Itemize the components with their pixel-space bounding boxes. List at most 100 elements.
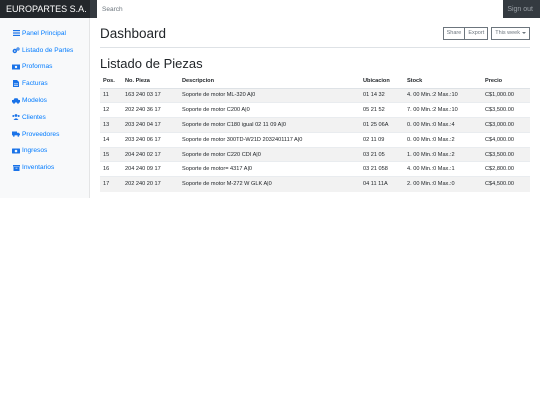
table-row[interactable]: 12 202 240 36 17 Soporte de motor C200 A…	[100, 102, 530, 118]
cell-location: 01 14 32	[360, 87, 404, 103]
sidebar-item-modelos[interactable]: Modelos	[0, 92, 90, 109]
column-header-stock: Stock	[404, 75, 482, 89]
users-icon	[12, 114, 20, 121]
sidebar-item-label: Facturas	[22, 80, 48, 88]
cell-stock: 2. 00 Min.:0 Max.:0	[404, 176, 482, 192]
column-header-location: Ubicacion	[360, 75, 404, 89]
cell-description: Soporte de motor C180 igual 02 11 09 A|0	[179, 117, 360, 133]
sidebar-item-clientes[interactable]: Clientes	[0, 109, 90, 126]
cell-location: 04 11 11A	[360, 176, 404, 192]
sidebar-item-label: Inventarios	[22, 164, 55, 172]
cell-part-number: 163 240 03 17	[122, 87, 179, 103]
cell-part-number: 203 240 04 17	[122, 117, 179, 133]
cell-price: C$1,000.00	[482, 87, 530, 103]
cell-location: 05 21 52	[360, 102, 404, 118]
sidebar-item-label: Ingresos	[22, 147, 48, 155]
cell-price: C$2,800.00	[482, 161, 530, 177]
cell-price: C$3,000.00	[482, 117, 530, 133]
period-dropdown[interactable]: This week	[491, 27, 530, 40]
sidebar-item-panel-principal[interactable]: Panel Principal	[0, 25, 90, 42]
period-label: This week	[495, 30, 520, 36]
cell-part-number: 204 240 09 17	[122, 161, 179, 177]
cell-location: 03 21 05	[360, 146, 404, 162]
cell-part-number: 202 240 36 17	[122, 102, 179, 118]
sidebar-item-ingresos[interactable]: Ingresos	[0, 143, 90, 160]
sidebar-item-proformas[interactable]: Proformas	[0, 59, 90, 76]
cell-pos: 15	[100, 146, 122, 162]
export-button[interactable]: Export	[465, 27, 489, 40]
file-invoice-icon	[12, 80, 20, 88]
cogs-icon	[12, 47, 20, 54]
sidebar-item-facturas[interactable]: Facturas	[0, 75, 90, 92]
cell-stock: 0. 00 Min.:0 Max.:4	[404, 117, 482, 133]
cell-pos: 13	[100, 117, 122, 133]
column-header-description: Descripcion	[179, 75, 360, 89]
cell-stock: 0. 00 Min.:0 Max.:2	[404, 131, 482, 148]
sidebar-item-label: Modelos	[22, 97, 47, 105]
sidebar-item-label: Clientes	[22, 113, 46, 121]
cell-description: Soporte de motor M-272 W GLK A|0	[179, 176, 360, 192]
cell-description: Soporte de motor ML-320 A|0	[179, 87, 360, 103]
main-content: Dashboard Share Export This week Listado…	[100, 18, 530, 192]
share-button[interactable]: Share	[442, 27, 466, 40]
cell-location: 02 11 09	[360, 131, 404, 148]
table-row[interactable]: 14 203 240 06 17 Soporte de motor 300TD-…	[100, 131, 530, 148]
toolbar: Share Export This week	[442, 27, 530, 40]
table-row[interactable]: 15 204 240 02 17 Soporte de motor C220 C…	[100, 146, 530, 162]
cell-stock: 7. 00 Min.:2 Max.:10	[404, 102, 482, 118]
cell-price: C$3,500.00	[482, 146, 530, 162]
sidebar-item-proveedores[interactable]: Proveedores	[0, 126, 90, 143]
cell-pos: 17	[100, 176, 122, 192]
archive-icon	[12, 164, 20, 171]
sign-out-link[interactable]: Sign out	[507, 6, 540, 13]
cell-part-number: 204 240 02 17	[122, 146, 179, 162]
cash-icon	[12, 147, 20, 154]
page-title: Dashboard	[100, 26, 167, 41]
brand-logo[interactable]: EUROPARTES S.A.	[0, 0, 90, 18]
column-header-price: Precio	[482, 75, 530, 89]
cell-price: C$3,500.00	[482, 102, 530, 118]
cell-description: Soporte de motor C200 A|0	[179, 102, 360, 118]
table-row[interactable]: 16 204 240 09 17 Soporte de motor= 4317 …	[100, 161, 530, 177]
search-input[interactable]	[97, 0, 503, 18]
cell-location: 01 25 06A	[360, 117, 404, 133]
table-row[interactable]: 11 163 240 03 17 Soporte de motor ML-320…	[100, 87, 530, 103]
sidebar-item-listado-de-partes[interactable]: Listado de Partes	[0, 42, 90, 59]
cell-stock: 1. 00 Min.:0 Max.:2	[404, 146, 482, 162]
table-row[interactable]: 17 202 240 20 17 Soporte de motor M-272 …	[100, 176, 530, 192]
sidebar-item-label: Listado de Partes	[22, 46, 74, 54]
sidebar-item-label: Proformas	[22, 63, 53, 71]
cell-pos: 16	[100, 161, 122, 177]
cell-part-number: 202 240 20 17	[122, 176, 179, 192]
cell-description: Soporte de motor 300TD-W21D 2032401117 A…	[179, 131, 360, 148]
cell-price: C$4,000.00	[482, 131, 530, 148]
cell-stock: 4. 00 Min.:2 Max.:10	[404, 87, 482, 103]
sidebar: Panel Principal Listado de Partes Profor…	[0, 18, 90, 198]
cell-pos: 11	[100, 87, 122, 103]
cell-location: 03 21 058	[360, 161, 404, 177]
top-navbar: EUROPARTES S.A. Sign out	[0, 0, 540, 18]
money-icon	[12, 63, 20, 70]
section-title: Listado de Piezas	[100, 56, 203, 71]
page-header: Dashboard Share Export This week	[100, 20, 530, 48]
table-row[interactable]: 13 203 240 04 17 Soporte de motor C180 i…	[100, 117, 530, 133]
chevron-down-icon	[522, 31, 526, 34]
column-header-part-number: No. Pieza	[122, 75, 179, 89]
cell-description: Soporte de motor C220 CDI A|0	[179, 146, 360, 162]
cell-part-number: 203 240 06 17	[122, 131, 179, 148]
parts-table: Pos. No. Pieza Descripcion Ubicacion Sto…	[100, 75, 530, 192]
share-export-group: Share Export	[442, 27, 489, 40]
sidebar-item-inventarios[interactable]: Inventarios	[0, 159, 90, 176]
sidebar-item-label: Proveedores	[22, 130, 60, 138]
sidebar-item-label: Panel Principal	[22, 29, 66, 37]
truck-icon	[12, 131, 20, 138]
car-icon	[12, 97, 20, 104]
cell-pos: 14	[100, 131, 122, 148]
cell-description: Soporte de motor= 4317 A|0	[179, 161, 360, 177]
list-icon	[12, 30, 20, 37]
table-header-row: Pos. No. Pieza Descripcion Ubicacion Sto…	[100, 75, 530, 89]
column-header-pos: Pos.	[100, 75, 122, 89]
cell-stock: 4. 00 Min.:0 Max.:1	[404, 161, 482, 177]
cell-price: C$4,500.00	[482, 176, 530, 192]
cell-pos: 12	[100, 102, 122, 118]
